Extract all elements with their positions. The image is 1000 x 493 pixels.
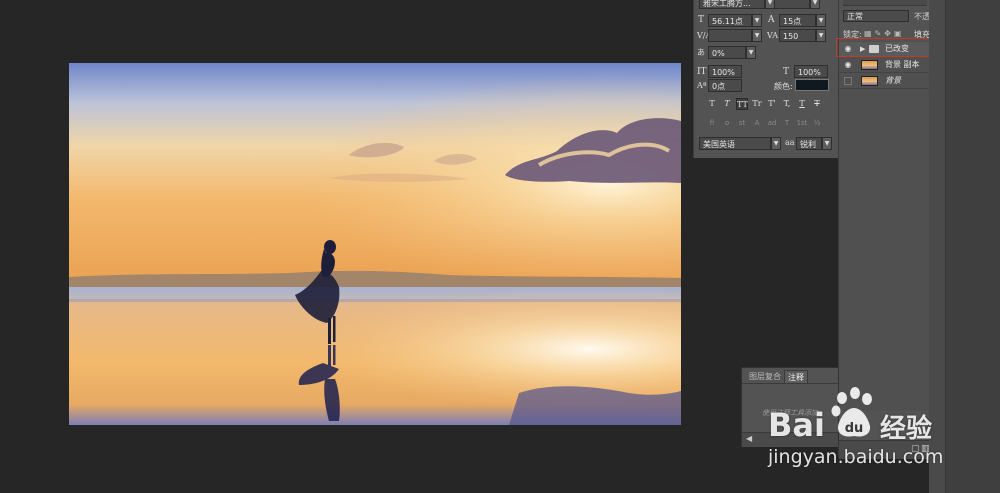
watermark-brand: Bai [768, 406, 825, 444]
superscript-button[interactable]: T' [766, 98, 778, 110]
ot-discretionary-button[interactable]: st [736, 118, 748, 129]
tsume-icon: あ [697, 48, 705, 57]
photo-sunset-woman [69, 63, 681, 425]
horizontal-scale-icon: T [783, 67, 790, 77]
ot-stylistic-button[interactable]: ad [766, 118, 778, 129]
kerning-caret[interactable]: ▼ [752, 29, 762, 42]
character-panel: 雅宋工腾方... ▼ ▼ T 56.11点 ▼ A 15点 ▼ V/A ▼ VA… [693, 0, 839, 158]
strikethrough-button[interactable]: T [811, 98, 823, 110]
ot-ordinal-button[interactable]: 1st [796, 118, 808, 129]
baseline-shift-input[interactable]: 0点 [708, 79, 742, 92]
layer-row-background[interactable]: 背景 ▣ [839, 74, 970, 89]
ot-contextual-button[interactable]: o [721, 118, 733, 129]
faux-italic-button[interactable]: T [721, 98, 733, 110]
watermark-cn: 经验 [880, 414, 933, 444]
layer-thumbnail [861, 60, 878, 70]
tab-layer-comps[interactable]: 图层复合 [746, 370, 784, 383]
watermark-url: jingyan.baidu.com [768, 446, 944, 468]
leading-icon: A [768, 15, 775, 25]
subscript-button[interactable]: T, [781, 98, 793, 110]
tsume-input[interactable]: 0% [708, 46, 746, 59]
layer-name: 背景 副本 [885, 60, 920, 69]
horizontal-scale-input[interactable]: 100% [794, 65, 828, 78]
all-caps-button[interactable]: TT [736, 98, 748, 110]
antialias-icon: aa [785, 138, 795, 147]
small-caps-button[interactable]: Tr [751, 98, 763, 110]
baseline-shift-icon: Aª [697, 81, 707, 90]
kerning-input[interactable] [708, 29, 752, 42]
visibility-toggle-off[interactable] [844, 77, 852, 85]
layer-row-background-copy[interactable]: ◉ 背景 副本 [839, 58, 930, 73]
font-family-select[interactable]: 雅宋工腾方... [699, 0, 765, 9]
ot-swash-button[interactable]: A [751, 118, 763, 129]
font-size-icon: T [698, 15, 705, 25]
watermark-paw-text: du [845, 421, 864, 436]
vertical-scale-input[interactable]: 100% [708, 65, 742, 78]
font-style-select[interactable] [774, 0, 810, 9]
antialias-caret[interactable]: ▼ [822, 137, 832, 150]
tab-notes[interactable]: 注释 [784, 370, 808, 384]
prev-note-icon[interactable]: ◀ [746, 434, 752, 443]
leading-caret[interactable]: ▼ [816, 14, 826, 27]
vertical-scale-icon: IT [697, 67, 707, 77]
tracking-input[interactable]: 150 [779, 29, 816, 42]
baidu-jingyan-watermark: Bai du 经验 jingyan.baidu.com [768, 384, 948, 484]
tracking-icon: VA [767, 31, 779, 40]
baidu-paw-icon: du [828, 386, 880, 442]
layer-name: 背景 [885, 76, 901, 85]
tracking-caret[interactable]: ▼ [816, 29, 826, 42]
layers-list: ◉ ▶ 已改变 ◉ 背景 副本 背景 ▣ [836, 38, 970, 411]
language-select[interactable]: 美国英语 [699, 137, 771, 150]
blend-mode-select[interactable]: 正常 [843, 10, 909, 22]
document-canvas[interactable] [69, 63, 681, 425]
ot-titling-button[interactable]: T [781, 118, 793, 129]
layers-filter-bar[interactable] [843, 0, 927, 6]
text-color-swatch[interactable] [795, 79, 829, 91]
font-style-caret[interactable]: ▼ [810, 0, 820, 9]
leading-input[interactable]: 15点 [779, 14, 816, 27]
font-size-input[interactable]: 56.11点 [708, 14, 752, 27]
faux-bold-button[interactable]: T [706, 98, 718, 110]
language-caret[interactable]: ▼ [771, 137, 781, 150]
visibility-eye-icon[interactable]: ◉ [843, 60, 853, 70]
underline-button[interactable]: T [796, 98, 808, 110]
font-size-caret[interactable]: ▼ [752, 14, 762, 27]
layer-thumbnail [861, 76, 878, 86]
antialias-select[interactable]: 锐利 [796, 137, 822, 150]
ot-fraction-button[interactable]: ½ [811, 118, 823, 129]
color-label: 颜色: [774, 82, 793, 91]
ot-ligature-button[interactable]: fi [706, 118, 718, 129]
tsume-caret[interactable]: ▼ [746, 46, 756, 59]
